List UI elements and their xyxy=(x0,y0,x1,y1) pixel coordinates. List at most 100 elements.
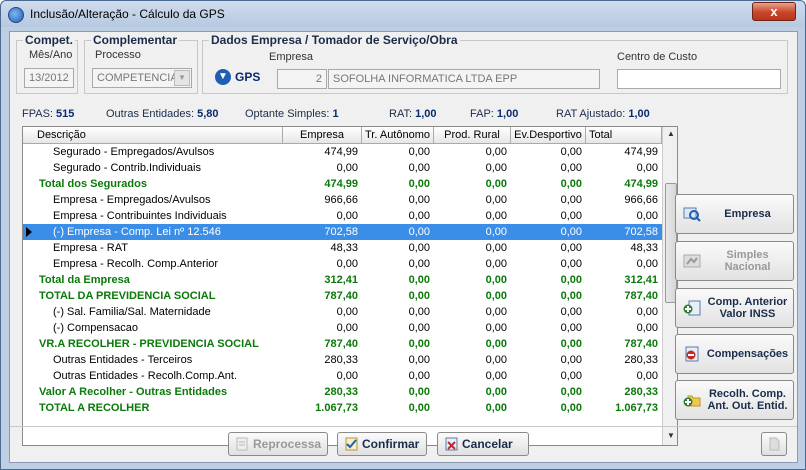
table-row[interactable]: (-) Empresa - Comp. Lei nº 12.546 702,58 0… xyxy=(23,224,662,240)
rat-stat: RAT: 1,00 xyxy=(389,108,437,120)
gps-window: Inclusão/Alteração - Cálculo da GPS x Co… xyxy=(0,0,806,470)
page-button[interactable] xyxy=(761,432,787,456)
cell-prod-rural: 0,00 xyxy=(485,178,507,190)
cell-ev-desportivo: 0,00 xyxy=(560,386,582,398)
col-header-ev-desportivo[interactable]: Ev.Desportivo xyxy=(511,127,586,144)
cell-empresa: 48,33 xyxy=(330,242,358,254)
table-row[interactable]: Empresa - Recolh. Comp.Anterior 0,00 0,00 0… xyxy=(23,256,662,272)
fap-label: FAP: xyxy=(470,108,494,120)
rat-label: RAT: xyxy=(389,108,413,120)
empresa-code-field[interactable]: 2 xyxy=(277,69,327,89)
cell-prod-rural: 0,00 xyxy=(485,146,507,158)
table-row[interactable]: Valor A Recolher - Outras Entidades 280,3… xyxy=(23,384,662,400)
cell-descricao: TOTAL DA PREVIDENCIA SOCIAL xyxy=(39,290,216,302)
cell-total: 0,00 xyxy=(636,162,658,174)
table-row[interactable]: TOTAL A RECOLHER 1.067,73 0,00 0,00 0,00 1.06… xyxy=(23,400,662,416)
rat-ajustado-stat: RAT Ajustado: 1,00 xyxy=(556,108,650,120)
app-icon xyxy=(8,7,24,23)
table-row[interactable]: (-) Compensacao 0,00 0,00 0,00 0,00 0,00 xyxy=(23,320,662,336)
col-header-empresa[interactable]: Empresa xyxy=(283,127,362,144)
cell-prod-rural: 0,00 xyxy=(485,402,507,414)
cell-total: 48,33 xyxy=(630,242,658,254)
gps-link[interactable]: GPS xyxy=(235,70,260,84)
check-document-icon xyxy=(345,437,358,451)
table-row[interactable]: Empresa - RAT 48,33 0,00 0,00 0,00 48,33 xyxy=(23,240,662,256)
rat-ajustado-value: 1,00 xyxy=(628,108,650,120)
col-header-total[interactable]: Total xyxy=(586,127,662,144)
folder-add-icon xyxy=(683,395,701,407)
cell-empresa: 1.067,73 xyxy=(315,402,358,414)
empresa-button[interactable]: Empresa xyxy=(675,194,794,234)
cell-ev-desportivo: 0,00 xyxy=(560,290,582,302)
gps-grid[interactable]: Descrição Empresa Tr. Autônomo Prod. Rur… xyxy=(22,126,678,446)
cell-empresa: 702,58 xyxy=(324,226,358,238)
cell-ev-desportivo: 0,00 xyxy=(560,178,582,190)
cell-prod-rural: 0,00 xyxy=(485,226,507,238)
table-row[interactable]: Segurado - Contrib.Individuais 0,00 0,00 0,… xyxy=(23,160,662,176)
add-document-icon xyxy=(683,300,701,316)
cancelar-button[interactable]: Cancelar xyxy=(437,432,529,456)
col-header-prod-rural[interactable]: Prod. Rural xyxy=(434,127,511,144)
simples-nacional-button[interactable]: Simples Nacional xyxy=(675,241,794,281)
cell-prod-rural: 0,00 xyxy=(485,274,507,286)
empresa-name-field[interactable]: SOFOLHA INFORMATICA LTDA EPP xyxy=(328,69,600,89)
cell-total: 0,00 xyxy=(636,210,658,222)
client-area: Compet. Mês/Ano 13/2012 Complementar Pro… xyxy=(9,31,798,463)
cell-tr-autonomo: 0,00 xyxy=(408,370,430,382)
rat-value: 1,00 xyxy=(415,108,437,120)
compet-field[interactable]: 13/2012 xyxy=(24,68,74,88)
table-row[interactable]: Total dos Segurados 474,99 0,00 0,00 0,00 474… xyxy=(23,176,662,192)
cell-tr-autonomo: 0,00 xyxy=(408,306,430,318)
close-button[interactable]: x xyxy=(752,2,796,21)
centro-custo-field[interactable] xyxy=(617,69,781,89)
dados-group: Dados Empresa / Tomador de Serviço/Obra … xyxy=(202,33,788,94)
chevron-down-circle-icon[interactable]: ▼ xyxy=(215,69,231,85)
cell-empresa: 0,00 xyxy=(336,306,358,318)
cell-total: 787,40 xyxy=(624,290,658,302)
table-row[interactable]: (-) Sal. Familia/Sal. Maternidade 0,00 0,0… xyxy=(23,304,662,320)
cell-total: 0,00 xyxy=(636,370,658,382)
table-row[interactable]: Empresa - Empregados/Avulsos 966,66 0,00 0,… xyxy=(23,192,662,208)
confirmar-button[interactable]: Confirmar xyxy=(337,432,427,456)
cell-ev-desportivo: 0,00 xyxy=(560,162,582,174)
reprocessa-button[interactable]: Reprocessa xyxy=(228,432,328,456)
table-row[interactable]: VR.A RECOLHER - PREVIDENCIA SOCIAL 787,40… xyxy=(23,336,662,352)
cell-descricao: Empresa - Contribuintes Individuais xyxy=(53,210,227,222)
table-row[interactable]: TOTAL DA PREVIDENCIA SOCIAL 787,40 0,00 0,0… xyxy=(23,288,662,304)
table-row[interactable]: Outras Entidades - Terceiros 280,33 0,00 0,… xyxy=(23,352,662,368)
remove-document-icon xyxy=(685,346,699,362)
title-bar[interactable]: Inclusão/Alteração - Cálculo da GPS x xyxy=(1,1,805,27)
compensacoes-button[interactable]: Compensações xyxy=(675,334,794,374)
cell-tr-autonomo: 0,00 xyxy=(408,274,430,286)
cell-ev-desportivo: 0,00 xyxy=(560,354,582,366)
cell-total: 474,99 xyxy=(624,178,658,190)
chevron-down-icon[interactable]: ▼ xyxy=(174,70,190,86)
processo-select[interactable]: COMPETENCIA ▼ xyxy=(92,68,192,88)
table-row[interactable]: Empresa - Contribuintes Individuais 0,00 0… xyxy=(23,208,662,224)
magnifier-icon xyxy=(683,207,701,222)
cell-total: 280,33 xyxy=(624,386,658,398)
recolh-comp-button[interactable]: Recolh. Comp. Ant. Out. Entid. xyxy=(675,380,794,420)
reprocessa-icon xyxy=(236,437,248,451)
table-row[interactable]: Outras Entidades - Recolh.Comp.Ant. 0,00 0… xyxy=(23,368,662,384)
cell-tr-autonomo: 0,00 xyxy=(408,290,430,302)
cell-prod-rural: 0,00 xyxy=(485,322,507,334)
cancel-document-icon xyxy=(445,437,458,451)
compet-sublabel: Mês/Ano xyxy=(27,49,75,61)
col-header-descricao[interactable]: Descrição xyxy=(23,127,283,144)
cell-empresa: 0,00 xyxy=(336,370,358,382)
empresa-sublabel: Empresa xyxy=(267,51,316,63)
rat-ajustado-label: RAT Ajustado: xyxy=(556,108,626,120)
cell-ev-desportivo: 0,00 xyxy=(560,194,582,206)
cell-descricao: Segurado - Empregados/Avulsos xyxy=(53,146,215,158)
table-row[interactable]: Segurado - Empregados/Avulsos 474,99 0,00 0… xyxy=(23,144,662,160)
comp-anterior-button[interactable]: Comp. Anterior Valor INSS xyxy=(675,288,794,328)
cell-total: 787,40 xyxy=(624,338,658,350)
scroll-up-icon[interactable]: ▲ xyxy=(665,129,677,141)
table-row[interactable]: Total da Empresa 312,41 0,00 0,00 0,00 312,41 xyxy=(23,272,662,288)
processo-value: COMPETENCIA xyxy=(97,72,178,84)
col-header-tr-autonomo[interactable]: Tr. Autônomo xyxy=(362,127,434,144)
cell-prod-rural: 0,00 xyxy=(485,338,507,350)
cell-empresa: 966,66 xyxy=(324,194,358,206)
cell-ev-desportivo: 0,00 xyxy=(560,242,582,254)
